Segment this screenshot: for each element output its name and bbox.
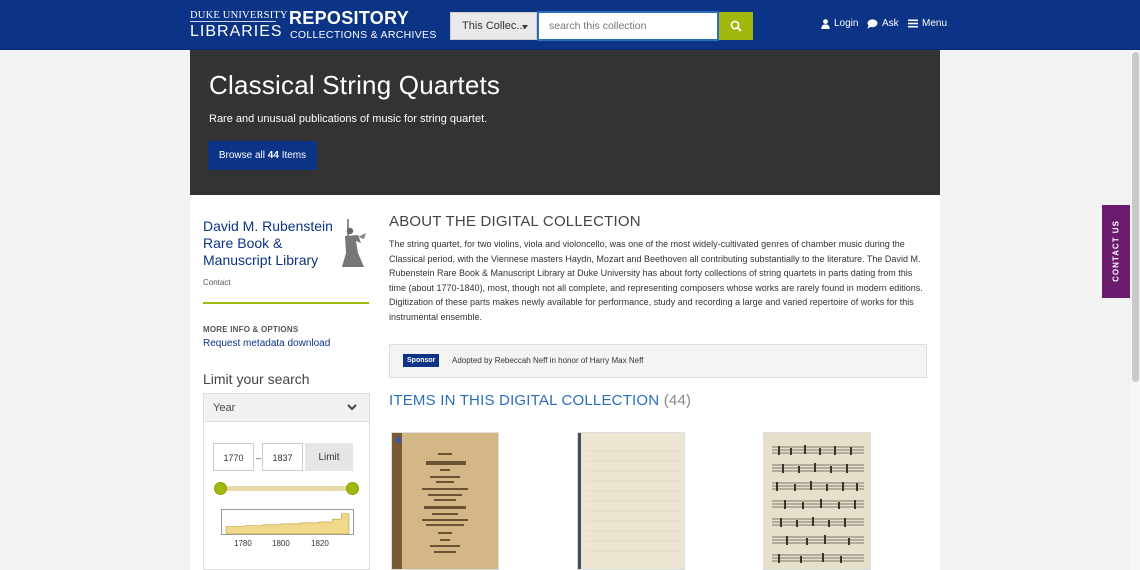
login-link[interactable]: Login [821,18,858,29]
sponsor-box: Sponsor Adopted by Rebeccah Neff in hono… [389,344,927,378]
menu-label: Menu [922,18,948,29]
contact-us-tab[interactable]: CONTACT US [1102,205,1130,298]
caret-down-icon [522,25,528,29]
item-thumbnail[interactable] [391,432,499,570]
browse-all-button[interactable]: Browse all 44 Items [208,141,317,170]
collection-subtitle: Rare and unusual publications of music f… [209,113,488,125]
year-facet-label: Year [213,402,236,414]
search-icon [730,20,742,32]
duke-logo-bottom[interactable]: LIBRARIES [190,23,283,41]
collection-title: Classical String Quartets [209,70,501,100]
logo-divider [190,21,276,22]
sponsor-badge: Sponsor [403,354,440,367]
search-input[interactable] [537,11,719,41]
duke-logo-top[interactable]: DUKE UNIVERSITY [190,10,288,21]
items-count: (44) [663,392,692,409]
chevron-down-icon [347,404,357,411]
limit-search-heading: Limit your search [203,371,310,387]
histogram-tick: 1820 [311,539,329,548]
limit-button[interactable]: Limit [305,443,353,471]
browse-suffix: Items [281,150,307,161]
more-info-heading: MORE INFO & OPTIONS [203,325,299,334]
ask-label: Ask [882,18,899,29]
contact-link[interactable]: Contact [203,278,231,287]
about-description: The string quartet, for two violins, vio… [389,239,923,322]
manuscript-page-image [578,433,684,569]
login-label: Login [834,18,859,29]
menu-button[interactable]: Menu [908,18,947,29]
contact-us-label: CONTACT US [1111,220,1121,282]
ask-link[interactable]: Ask [867,18,899,29]
year-slider-min-handle[interactable] [214,482,227,495]
user-icon [821,18,830,29]
scrollbar-thumb[interactable] [1132,52,1139,382]
repository-title[interactable]: REPOSITORY [289,8,409,29]
histogram-tick: 1800 [272,539,290,548]
request-metadata-link[interactable]: Request metadata download [203,338,330,349]
year-from-input[interactable]: 1770 [213,443,254,471]
item-thumbnail[interactable] [763,432,871,570]
search-button[interactable] [719,12,753,40]
hamburger-icon [908,19,918,28]
search-scope-dropdown[interactable]: This Collec... [450,12,537,40]
sidebar-divider [203,302,369,304]
items-heading-label: ITEMS IN THIS DIGITAL COLLECTION [389,392,660,409]
search-scope-label: This Collec... [462,20,526,32]
sheet-music-image [764,433,870,569]
quartet-title-page-image [392,433,498,569]
sponsor-text: Adopted by Rebeccah Neff in honor of Har… [452,356,644,365]
year-slider-track[interactable] [221,486,353,491]
year-facet-toggle[interactable]: Year [204,394,369,422]
year-facet-panel: Year 1770 – 1837 Limit 1780 1800 1820 [203,393,370,570]
histogram-tick: 1780 [234,539,252,548]
about-heading: ABOUT THE DIGITAL COLLECTION [389,213,641,230]
collection-hero: Classical String Quartets Rare and unusu… [190,50,940,195]
browse-count: 44 [267,150,279,161]
library-name-link[interactable]: David M. Rubenstein Rare Book & Manuscri… [203,218,333,269]
repository-subtitle: COLLECTIONS & ARCHIVES [290,29,437,41]
chat-bubble-icon [867,18,878,29]
items-heading[interactable]: ITEMS IN THIS DIGITAL COLLECTION (44) [389,392,691,409]
year-to-input[interactable]: 1837 [262,443,303,471]
browse-prefix: Browse all [218,150,265,161]
year-range-dash: – [256,453,262,463]
year-histogram [221,509,354,535]
year-slider-max-handle[interactable] [346,482,359,495]
item-thumbnail[interactable] [577,432,685,570]
rubenstein-library-logo-icon [342,219,366,267]
